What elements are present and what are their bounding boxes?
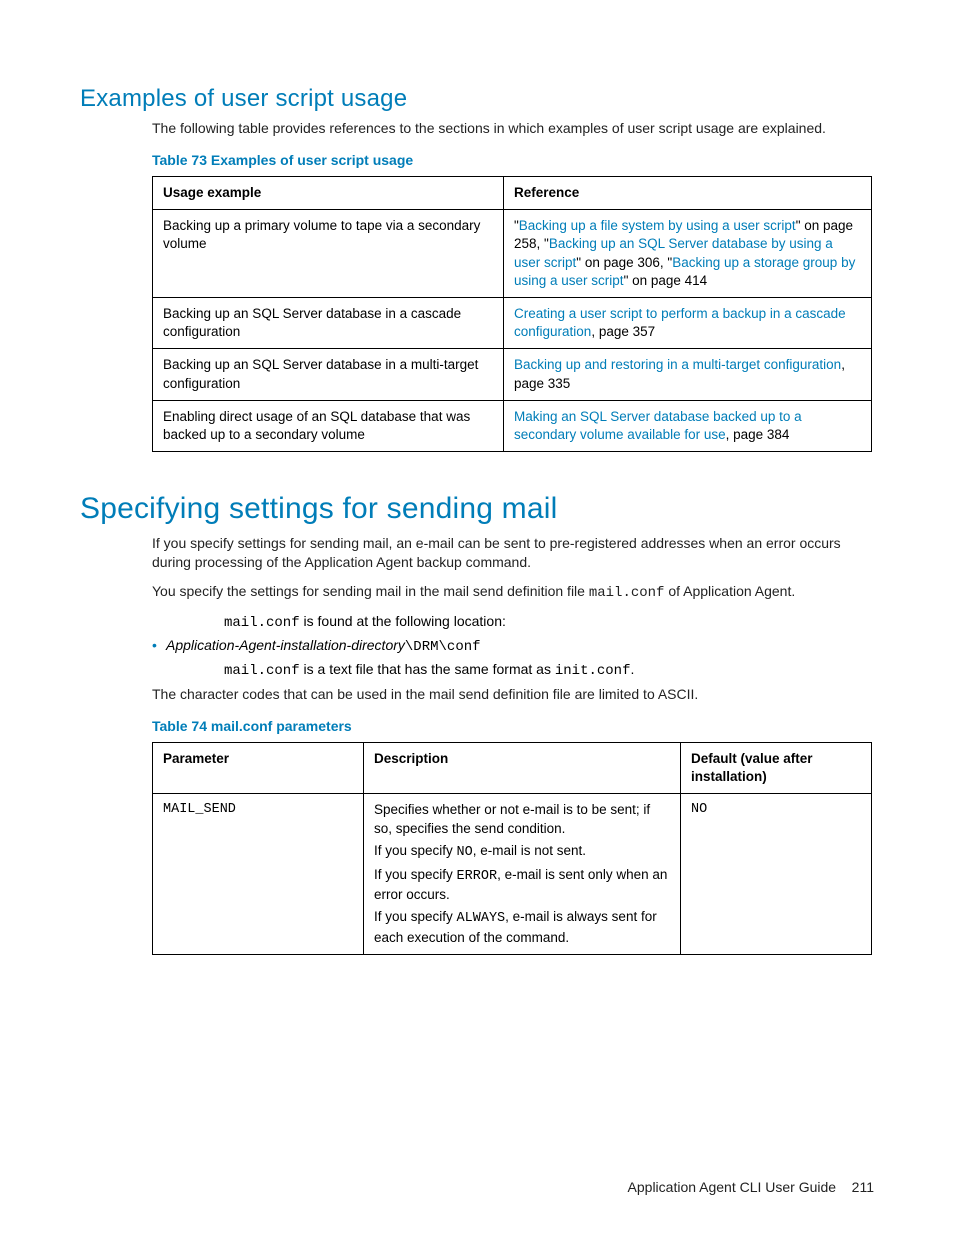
table-74-caption: Table 74 mail.conf parameters <box>152 718 874 734</box>
reference-link[interactable]: Backing up and restoring in a multi-targ… <box>514 357 841 372</box>
desc-line: If you specify ALWAYS, e-mail is always … <box>374 908 670 946</box>
table-73: Usage example Reference Backing up a pri… <box>152 176 872 452</box>
table-row: Backing up an SQL Server database in a c… <box>153 297 872 348</box>
page-number: 211 <box>852 1179 874 1195</box>
desc-line: If you specify NO, e-mail is not sent. <box>374 842 670 862</box>
table-73-caption: Table 73 Examples of user script usage <box>152 152 874 168</box>
table-row: Enabling direct usage of an SQL database… <box>153 400 872 451</box>
usage-cell: Backing up an SQL Server database in a m… <box>153 349 504 400</box>
table-74: Parameter Description Default (value aft… <box>152 742 872 955</box>
text-span: . <box>630 661 634 677</box>
section-heading-mail: Specifying settings for sending mail <box>80 492 874 526</box>
document-page: Examples of user script usage The follow… <box>0 0 954 1235</box>
table-row: Backing up a primary volume to tape via … <box>153 210 872 298</box>
ref-text: " on page 306, " <box>576 255 672 270</box>
bullet-icon: • <box>152 637 166 653</box>
text-span: You specify the settings for sending mai… <box>152 583 589 599</box>
table-header-row: Parameter Description Default (value aft… <box>153 742 872 793</box>
text-span: is found at the following location: <box>300 613 506 629</box>
value: ALWAYS <box>457 911 506 926</box>
desc-line: If you specify ERROR, e-mail is sent onl… <box>374 866 670 904</box>
footer-title: Application Agent CLI User Guide <box>628 1179 837 1195</box>
table-row: Backing up an SQL Server database in a m… <box>153 349 872 400</box>
header-description: Description <box>364 742 681 793</box>
parameter-cell: MAIL_SEND <box>153 794 364 955</box>
path-suffix: \DRM\conf <box>405 639 481 655</box>
mail-paragraph-3: mail.conf is found at the following loca… <box>224 613 874 631</box>
ref-text: , page 384 <box>726 427 790 442</box>
value: NO <box>457 845 473 860</box>
text-span: is a text file that has the same format … <box>300 661 555 677</box>
usage-cell: Enabling direct usage of an SQL database… <box>153 400 504 451</box>
install-dir: Application-Agent-installation-directory <box>166 637 405 653</box>
mail-paragraph-2: You specify the settings for sending mai… <box>152 582 874 603</box>
reference-cell: Backing up and restoring in a multi-targ… <box>504 349 872 400</box>
text-span: If you specify <box>374 867 457 882</box>
header-parameter: Parameter <box>153 742 364 793</box>
usage-cell: Backing up an SQL Server database in a c… <box>153 297 504 348</box>
text-span: If you specify <box>374 909 457 924</box>
table-row: MAIL_SEND Specifies whether or not e-mai… <box>153 794 872 955</box>
text-span: of Application Agent. <box>664 583 795 599</box>
reference-cell: Making an SQL Server database backed up … <box>504 400 872 451</box>
text-span: , e-mail is not sent. <box>473 843 586 858</box>
header-usage-example: Usage example <box>153 176 504 209</box>
intro-paragraph: The following table provides references … <box>152 119 874 138</box>
mail-paragraph-4: mail.conf is a text file that has the sa… <box>224 661 874 679</box>
text-span: If you specify <box>374 843 457 858</box>
mail-paragraph-1: If you specify settings for sending mail… <box>152 534 874 572</box>
ref-text: , page 357 <box>591 324 655 339</box>
header-default: Default (value after installation) <box>681 742 872 793</box>
ref-text: " on page 414 <box>624 273 708 288</box>
value: ERROR <box>457 869 498 884</box>
reference-link[interactable]: Creating a user script to perform a back… <box>514 306 846 339</box>
reference-cell: "Backing up a file system by using a use… <box>504 210 872 298</box>
header-reference: Reference <box>504 176 872 209</box>
filename: mail.conf <box>589 585 665 601</box>
filename: mail.conf <box>224 663 300 679</box>
reference-cell: Creating a user script to perform a back… <box>504 297 872 348</box>
mail-paragraph-5: The character codes that can be used in … <box>152 685 874 704</box>
desc-line: Specifies whether or not e-mail is to be… <box>374 801 670 837</box>
description-cell: Specifies whether or not e-mail is to be… <box>364 794 681 955</box>
usage-cell: Backing up a primary volume to tape via … <box>153 210 504 298</box>
filename: mail.conf <box>224 615 300 631</box>
bullet-item: •Application-Agent-installation-director… <box>152 637 874 655</box>
reference-link[interactable]: Backing up a file system by using a user… <box>519 218 796 233</box>
filename: init.conf <box>555 663 631 679</box>
default-cell: NO <box>681 794 872 955</box>
page-footer: Application Agent CLI User Guide 211 <box>628 1179 874 1195</box>
section-heading-examples: Examples of user script usage <box>80 85 874 113</box>
table-header-row: Usage example Reference <box>153 176 872 209</box>
